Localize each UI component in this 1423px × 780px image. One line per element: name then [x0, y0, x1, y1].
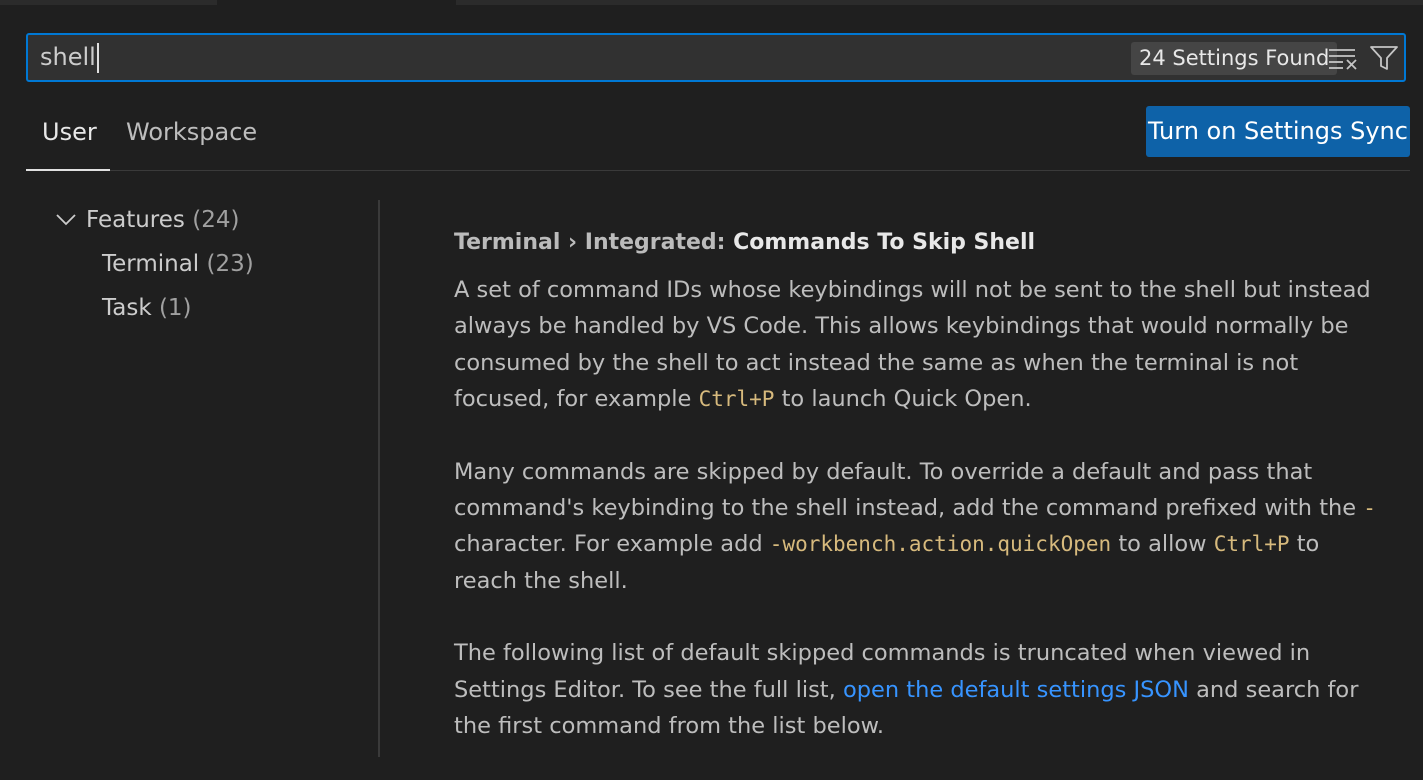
- toc-item-label: Features: [86, 207, 185, 233]
- tab-workspace[interactable]: Workspace: [126, 118, 257, 146]
- setting-description: A set of command IDs whose keybindings w…: [454, 272, 1389, 744]
- results-count-badge: 24 Settings Found: [1131, 42, 1338, 75]
- toc-item-task[interactable]: Task (1): [102, 295, 192, 321]
- toc-item-count: (24): [192, 207, 240, 233]
- setting-name: Commands To Skip Shell: [733, 230, 1036, 255]
- editor-tab-strip: [0, 0, 1423, 6]
- filter-icon[interactable]: [1369, 44, 1399, 72]
- toc-divider: [378, 200, 380, 757]
- inline-code: Ctrl+P: [1213, 532, 1290, 557]
- tab-user[interactable]: User: [42, 118, 97, 146]
- clear-filter-icon[interactable]: [1328, 44, 1358, 72]
- search-input[interactable]: shell: [40, 35, 99, 80]
- inline-code: Ctrl+P: [698, 387, 775, 412]
- turn-on-settings-sync-button[interactable]: Turn on Settings Sync: [1146, 106, 1410, 157]
- tab-strip-segment: [456, 0, 1423, 5]
- setting-title: Terminal › Integrated: Commands To Skip …: [454, 226, 1389, 260]
- description-paragraph: A set of command IDs whose keybindings w…: [454, 272, 1389, 418]
- chevron-down-icon: [56, 214, 76, 226]
- inline-code: -: [1363, 496, 1376, 521]
- toc-item-label: Terminal: [102, 251, 200, 277]
- active-tab-indicator: [26, 169, 110, 171]
- inline-code: -workbench.action.quickOpen: [769, 532, 1112, 557]
- toc-item-count: (1): [158, 295, 192, 321]
- setting-item: Terminal › Integrated: Commands To Skip …: [454, 226, 1389, 780]
- description-text: Many commands are skipped by default. To…: [454, 458, 1364, 522]
- open-default-settings-json-link[interactable]: open the default settings JSON: [843, 677, 1189, 703]
- tab-strip-segment: [0, 0, 217, 5]
- description-paragraph: The following list of default skipped co…: [454, 635, 1389, 744]
- description-text: character. For example add: [454, 531, 770, 558]
- description-text: to allow: [1111, 531, 1214, 558]
- search-value: shell: [40, 43, 96, 71]
- toc-item-features[interactable]: Features (24): [54, 207, 239, 233]
- toc-item-label: Task: [102, 295, 152, 321]
- description-text: to launch Quick Open.: [774, 386, 1032, 413]
- setting-category: Terminal › Integrated:: [454, 230, 734, 255]
- toc-item-count: (23): [206, 251, 254, 277]
- settings-search-box[interactable]: shell 24 Settings Found: [26, 33, 1406, 82]
- description-paragraph: Many commands are skipped by default. To…: [454, 454, 1389, 600]
- toc-item-terminal[interactable]: Terminal (23): [102, 251, 254, 277]
- text-caret: [96, 43, 99, 73]
